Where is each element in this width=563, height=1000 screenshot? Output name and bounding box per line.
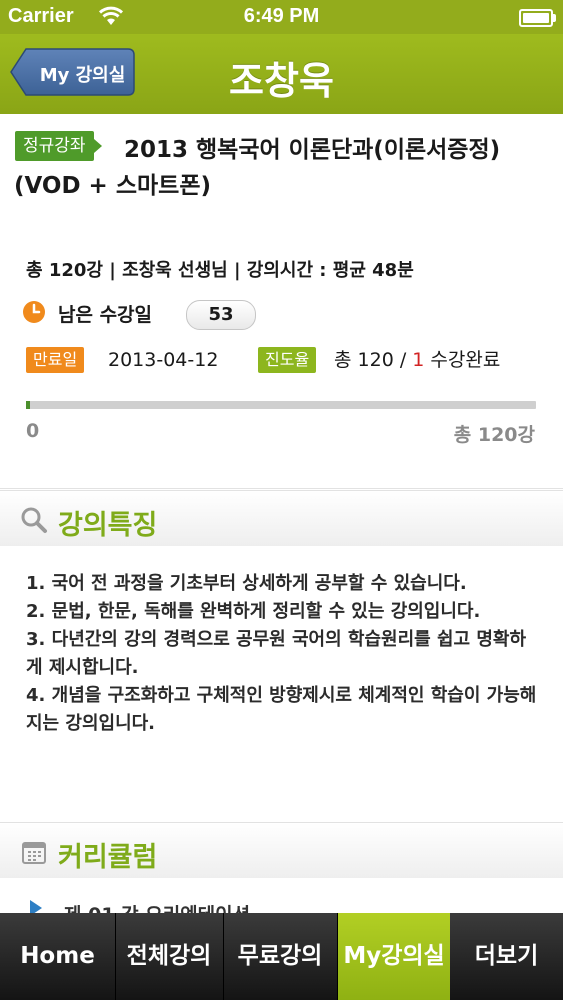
- tab-more[interactable]: 더보기: [450, 913, 563, 1000]
- progress-min-label: 0: [26, 420, 40, 442]
- remaining-days-label: 남은 수강일: [58, 304, 153, 326]
- features-heading: 강의특징: [58, 510, 158, 541]
- course-info: 총 120강 | 조창욱 선생님 | 강의시간 : 평균 48분 남은 수강일 …: [0, 232, 563, 489]
- tab-home[interactable]: Home: [0, 913, 116, 1000]
- clock-time: 6:49 PM: [243, 5, 320, 27]
- progress-suffix: 수강완료: [424, 349, 501, 371]
- expire-tag: 만료일: [26, 347, 85, 373]
- clock-icon: [23, 301, 45, 323]
- search-icon: [21, 507, 47, 533]
- progress-tag: 진도율: [258, 347, 317, 373]
- features-header: 강의특징: [0, 490, 563, 548]
- progress-max-label: 총 120강: [453, 424, 535, 446]
- progress-total: 총 120 /: [334, 349, 413, 371]
- tab-bar: Home 전체강의 무료강의 My강의실 더보기: [0, 913, 563, 1000]
- tab-all-courses[interactable]: 전체강의: [115, 913, 224, 1000]
- curriculum-header: 커리큘럼: [0, 822, 563, 880]
- progress-status: 총 120 / 1 수강완료: [334, 347, 500, 373]
- battery-icon: [519, 9, 556, 27]
- features-text: 1. 국어 전 과정을 기초부터 상세하게 공부할 수 있습니다. 2. 문법,…: [26, 573, 537, 734]
- tab-free-courses[interactable]: 무료강의: [223, 913, 338, 1000]
- tab-my-classroom[interactable]: My강의실: [338, 913, 450, 1000]
- navigation-bar: My 강의실 조창욱: [0, 34, 563, 115]
- course-header: 2013 행복국어 이론단과(이론서증정) (VOD + 스마트폰) 정규강좌: [0, 114, 563, 233]
- progress-bar-fill: [26, 401, 30, 409]
- progress-done-count: 1: [412, 349, 425, 371]
- regular-course-tag: 정규강좌: [15, 131, 102, 161]
- status-bar: Carrier 6:49 PM: [0, 0, 563, 34]
- remaining-days-badge: 53: [186, 300, 256, 330]
- features-body: 1. 국어 전 과정을 기초부터 상세하게 공부할 수 있습니다. 2. 문법,…: [0, 546, 563, 818]
- curriculum-item[interactable]: 제 01 강 오리엔테이션: [0, 878, 563, 926]
- curriculum-heading: 커리큘럼: [58, 842, 158, 873]
- expire-date: 2013-04-12: [108, 349, 219, 371]
- progress-bar: [26, 401, 536, 409]
- page-title: 조창욱: [229, 59, 334, 103]
- calendar-icon: [22, 842, 46, 864]
- course-summary: 총 120강 | 조창욱 선생님 | 강의시간 : 평균 48분: [26, 260, 414, 281]
